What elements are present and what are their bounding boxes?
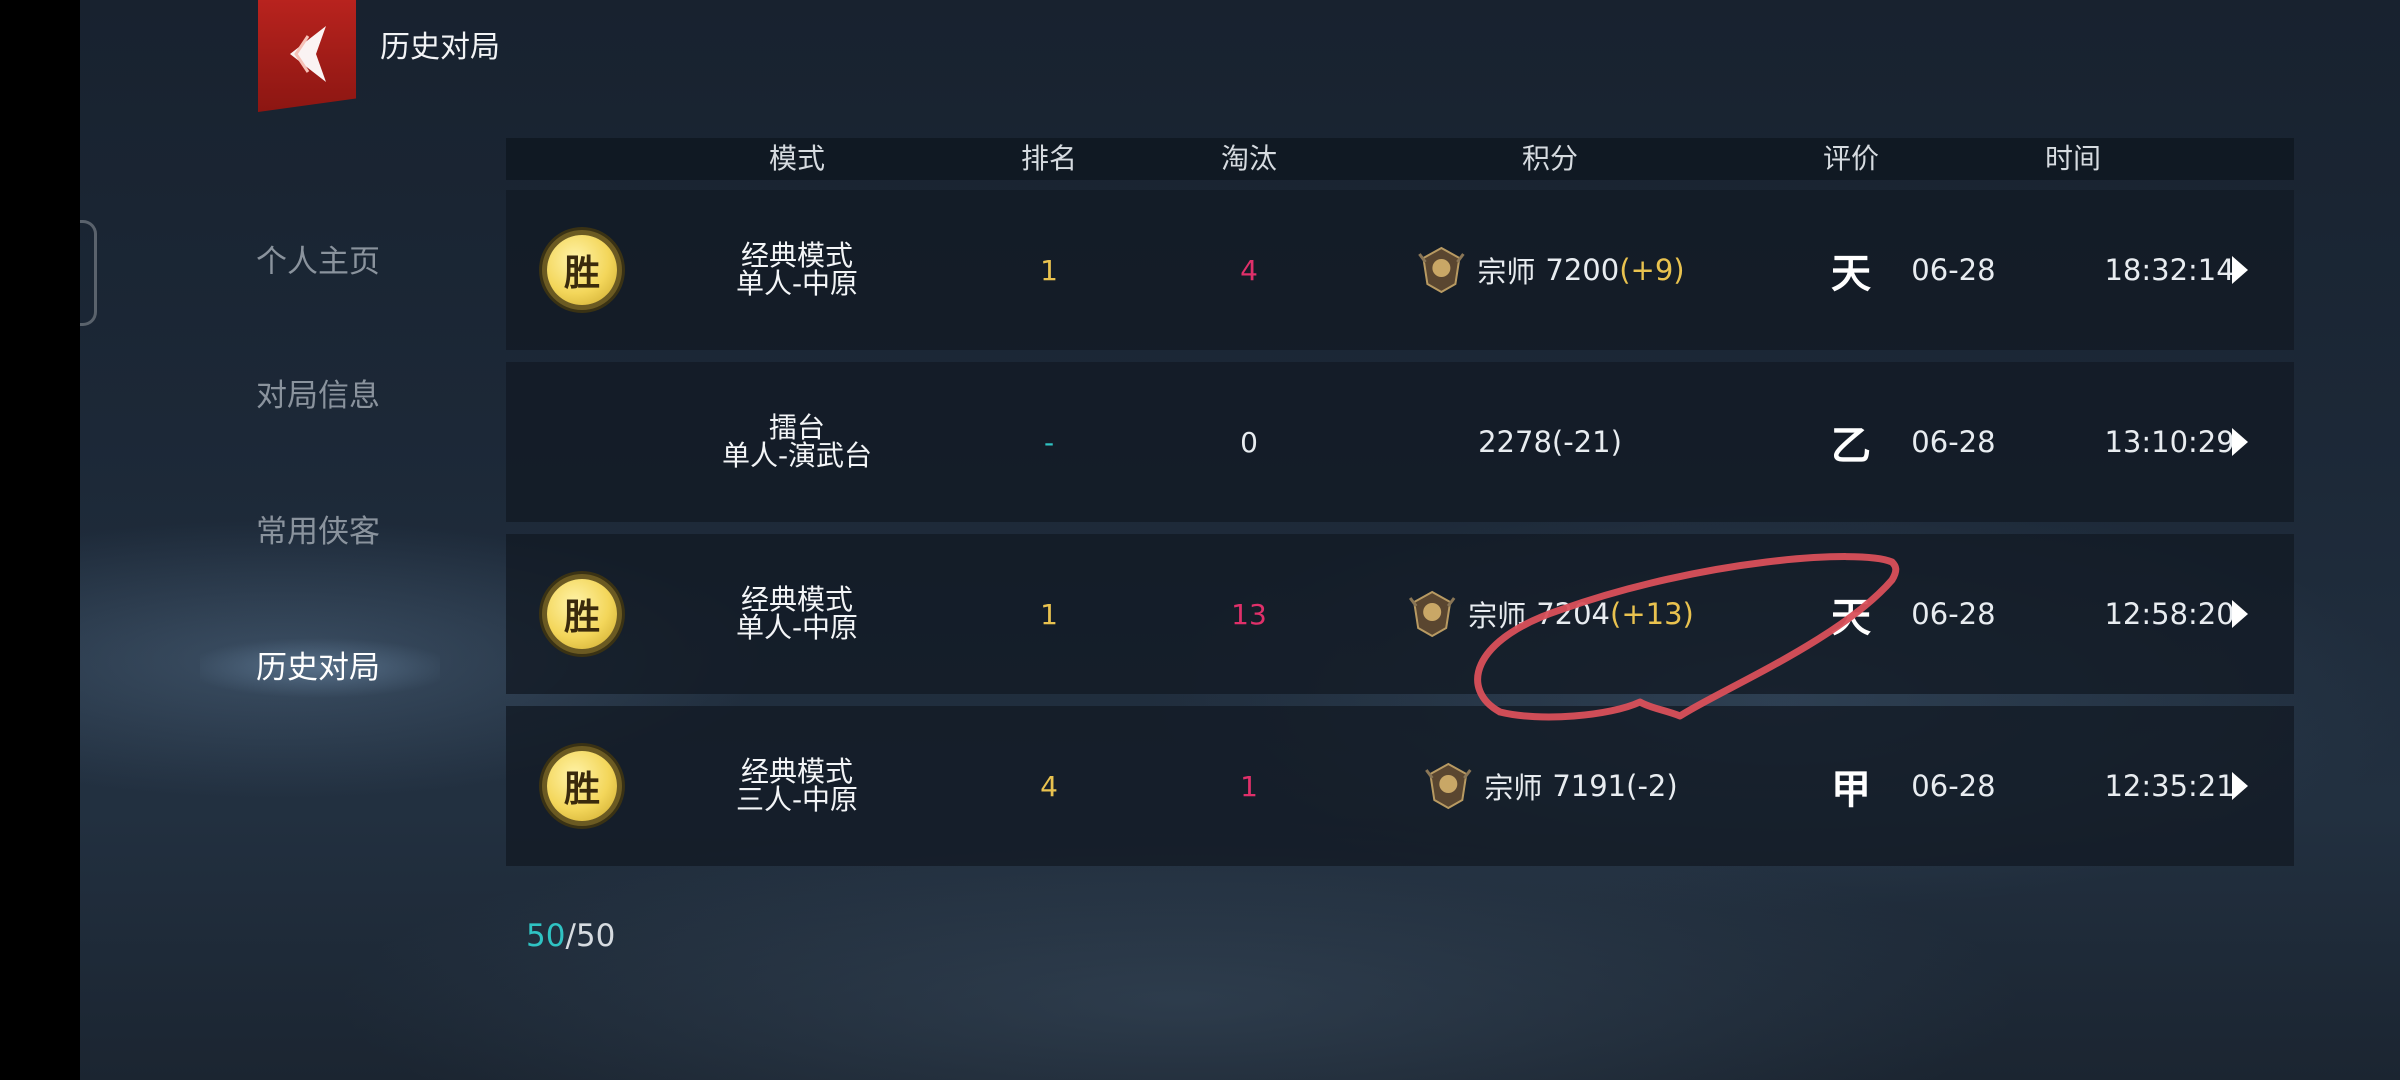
grade-value: 天 xyxy=(1831,250,1871,297)
eliminations-value: 1 xyxy=(1240,769,1258,803)
back-button[interactable] xyxy=(258,0,356,112)
score-value: 2278 xyxy=(1478,425,1552,459)
back-chevron-icon xyxy=(290,26,326,82)
score-delta: (+13) xyxy=(1610,597,1694,631)
play-arrow-icon[interactable] xyxy=(2230,706,2250,866)
column-header-rank: 排名 xyxy=(1020,142,1078,175)
match-clock: 18:32:14 xyxy=(2104,253,2235,287)
play-arrow-icon[interactable] xyxy=(2230,190,2250,350)
column-header-time: 时间 xyxy=(2044,142,2102,175)
match-row[interactable]: 胜 经典模式 三人-中原 4 1 宗师 7191(-2) 甲 06-28 12:… xyxy=(506,706,2294,866)
eliminations-value: 4 xyxy=(1240,253,1258,287)
score-delta: (+9) xyxy=(1619,253,1685,287)
mode-cell: 经典模式 单人-中原 xyxy=(736,534,858,694)
page-title: 历史对局 xyxy=(380,30,500,65)
grade-value: 甲 xyxy=(1831,766,1871,813)
sidebar-item-heroes[interactable]: 常用侠客 xyxy=(200,502,440,562)
mode-cell: 擂台 单人-演武台 xyxy=(722,362,872,522)
column-header-eliminations: 淘汰 xyxy=(1220,142,1278,175)
pager-current: 50 xyxy=(526,918,566,954)
win-badge: 胜 xyxy=(547,235,617,305)
grandmaster-rank-icon xyxy=(1408,590,1456,638)
grandmaster-rank-icon xyxy=(1418,246,1465,294)
match-date: 06-28 xyxy=(1911,769,1996,803)
match-time: 06-28 12:35:21 xyxy=(1911,706,2234,866)
score-delta: (-2) xyxy=(1626,769,1678,803)
rank-value: 1 xyxy=(1040,253,1058,287)
match-time: 06-28 12:58:20 xyxy=(1911,534,2234,694)
score-cell: 2278(-21) xyxy=(1478,362,1622,522)
score-delta: (-21) xyxy=(1551,425,1622,459)
mode-name: 经典模式 xyxy=(740,239,854,272)
column-header-score: 积分 xyxy=(1521,142,1579,175)
grandmaster-rank-icon xyxy=(1425,762,1472,810)
play-arrow-icon[interactable] xyxy=(2230,362,2250,522)
rank-value: 4 xyxy=(1040,769,1058,803)
score-cell: 宗师 7191(-2) xyxy=(1422,706,1678,866)
match-time: 06-28 13:10:29 xyxy=(1911,362,2234,522)
pager-total: 50 xyxy=(575,918,616,954)
match-row[interactable]: 胜 经典模式 单人-中原 1 4 宗师 7200(+9) 天 06-28 18:… xyxy=(506,190,2294,350)
match-date: 06-28 xyxy=(1911,597,1996,631)
rank-title: 宗师 xyxy=(1468,599,1527,633)
mode-cell: 经典模式 三人-中原 xyxy=(736,706,858,866)
grade-value: 乙 xyxy=(1831,422,1871,469)
rank-title: 宗师 xyxy=(1477,255,1536,289)
match-row[interactable]: 胜 经典模式 单人-中原 1 13 宗师 7204(+13) 天 06-28 1… xyxy=(506,534,2294,694)
rank-value: 1 xyxy=(1040,597,1058,631)
column-header-mode: 模式 xyxy=(768,142,826,175)
rank-title: 宗师 xyxy=(1484,771,1543,805)
sidebar-item-history[interactable]: 历史对局 xyxy=(200,638,440,698)
pager: 50/50 xyxy=(526,918,615,954)
match-time: 06-28 18:32:14 xyxy=(1911,190,2234,350)
mode-map: 单人-中原 xyxy=(735,611,859,644)
pager-separator: / xyxy=(565,918,576,954)
mode-map: 单人-中原 xyxy=(735,267,859,300)
match-date: 06-28 xyxy=(1911,253,1996,287)
match-clock: 12:35:21 xyxy=(2104,769,2235,803)
mode-map: 单人-演武台 xyxy=(721,439,873,472)
eliminations-value: 13 xyxy=(1231,597,1267,631)
mode-name: 擂台 xyxy=(768,411,826,444)
mode-name: 经典模式 xyxy=(740,755,854,788)
score-value: 7191 xyxy=(1552,769,1627,803)
win-badge: 胜 xyxy=(547,751,617,821)
table-header: 模式 排名 淘汰 积分 评价 时间 xyxy=(506,138,2294,180)
match-date: 06-28 xyxy=(1911,425,1996,459)
score-cell: 宗师 7200(+9) xyxy=(1415,190,1685,350)
sidebar-item-profile[interactable]: 个人主页 xyxy=(200,232,440,292)
rank-value: - xyxy=(1043,425,1055,459)
grade-value: 天 xyxy=(1831,594,1871,641)
mode-map: 三人-中原 xyxy=(735,783,859,816)
column-header-grade: 评价 xyxy=(1822,142,1880,175)
mode-name: 经典模式 xyxy=(740,583,854,616)
eliminations-value: 0 xyxy=(1240,425,1258,459)
sidebar-item-match-info[interactable]: 对局信息 xyxy=(200,366,440,426)
match-row[interactable]: 擂台 单人-演武台 - 0 2278(-21) 乙 06-28 13:10:29 xyxy=(506,362,2294,522)
win-badge: 胜 xyxy=(547,579,617,649)
score-value: 7204 xyxy=(1536,597,1610,631)
score-value: 7200 xyxy=(1545,253,1620,287)
match-clock: 12:58:20 xyxy=(2104,597,2235,631)
mode-cell: 经典模式 单人-中原 xyxy=(736,190,858,350)
edge-ornament xyxy=(80,220,97,326)
match-clock: 13:10:29 xyxy=(2104,425,2235,459)
play-arrow-icon[interactable] xyxy=(2230,534,2250,694)
score-cell: 宗师 7204(+13) xyxy=(1406,534,1694,694)
